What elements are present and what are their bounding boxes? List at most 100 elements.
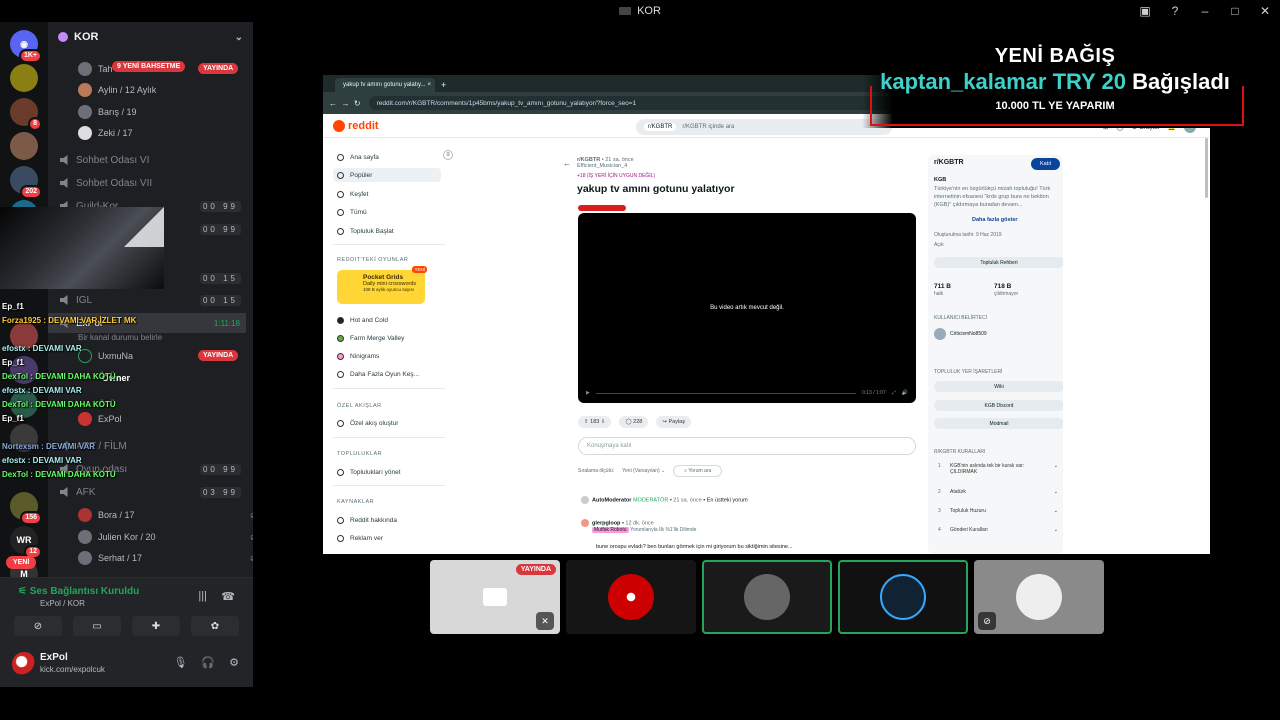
inbox-icon[interactable]: ▣	[1130, 4, 1160, 18]
stream-tile[interactable]: YAYINDA ✕	[430, 560, 560, 634]
collapse-nav-icon[interactable]: ≡	[443, 150, 453, 160]
advertise[interactable]: Reklam ver	[337, 531, 383, 545]
about-reddit[interactable]: Reddit hakkında	[337, 513, 397, 527]
search-scope-pill[interactable]: r/KGBTR	[644, 123, 677, 131]
voice-channel[interactable]: ART / FİLM	[48, 436, 253, 456]
voice-user[interactable]: Bora / 17⊘	[78, 506, 253, 524]
new-mentions-pill[interactable]: 9 YENİ BAHSETME	[112, 61, 186, 72]
scrollbar[interactable]	[1205, 138, 1208, 198]
activities-button[interactable]: ✚	[132, 616, 180, 636]
minimize-button[interactable]: –	[1190, 4, 1220, 18]
reddit-logo[interactable]: reddit	[333, 119, 379, 132]
direct-messages-button[interactable]: ◉ 1K+	[10, 30, 42, 63]
comment[interactable]: glerpgloop • 12 dk. önce Mutfak Robotu Y…	[581, 519, 696, 533]
forward-icon[interactable]: →	[341, 99, 349, 108]
browser-tab[interactable]: yakup tv amını gotunu yalatıy... ×	[335, 78, 435, 92]
nav-explore[interactable]: Keşfet	[337, 187, 368, 201]
voice-user[interactable]: ExPol	[78, 410, 122, 428]
close-button[interactable]: ✕	[1250, 4, 1280, 18]
search-input[interactable]: r/KGBTR r/KGBTR içinde ara	[636, 119, 892, 135]
camera-off-button[interactable]: ⊘	[14, 616, 62, 636]
participant-tile[interactable]: ⊘	[974, 560, 1104, 634]
voice-user[interactable]: UxmuNa	[78, 347, 133, 365]
post-author[interactable]: Efficient_Musician_4	[577, 163, 627, 169]
rule-item[interactable]: 4 Gönderi Kuralları ⌄	[938, 527, 1058, 533]
maximize-button[interactable]: □	[1220, 4, 1250, 18]
comment-input[interactable]: Konuşmaya katıl	[578, 437, 916, 455]
mute-stream-icon[interactable]: ✕	[536, 612, 554, 630]
voice-user[interactable]: Julien Kor / 20⊘	[78, 528, 253, 546]
nav-popular[interactable]: Popüler	[333, 168, 441, 182]
section-heading[interactable]: KAYNAKLAR	[337, 499, 374, 505]
game-item[interactable]: Ninigrams	[337, 349, 379, 363]
server-icon[interactable]	[10, 64, 38, 92]
voice-user[interactable]: Zeki / 17	[78, 124, 133, 142]
headphones-icon[interactable]: 🎧	[201, 656, 215, 669]
section-heading[interactable]: REDDIT'TEKİ OYUNLAR	[337, 257, 408, 263]
voice-channel[interactable]: Sohbet Odası VI	[48, 150, 253, 170]
voice-channel[interactable]: AFK 03 99	[48, 482, 253, 502]
close-tab-icon[interactable]: ×	[427, 82, 431, 88]
bookmark-discord[interactable]: KGB Discord	[934, 400, 1063, 411]
rule-item[interactable]: 1 KGB'nin aslında tek bir kuralı var: ÇIL…	[938, 463, 1058, 475]
server-icon[interactable]: WR 12	[10, 526, 42, 559]
bookmark-wiki[interactable]: Wiki	[934, 381, 1063, 392]
participant-tile[interactable]	[566, 560, 696, 634]
section-heading[interactable]: ÖZEL AKIŞLAR	[337, 403, 382, 409]
join-button[interactable]: Katıl	[1031, 158, 1061, 170]
rule-item[interactable]: 2 Atatürk ⌄	[938, 489, 1058, 495]
new-servers-pill[interactable]: YENİ	[6, 556, 37, 569]
voice-user[interactable]: Tah	[78, 60, 113, 78]
rule-item[interactable]: 3 Topluluk Huzuru ⌄	[938, 508, 1058, 514]
vote-button[interactable]: ⇧ 183 ⇩	[578, 416, 612, 428]
server-icon[interactable]	[10, 356, 38, 384]
microphone-icon[interactable]: 🎙	[173, 656, 187, 669]
server-icon[interactable]: 156	[10, 492, 42, 525]
participant-tile-speaking[interactable]	[702, 560, 832, 634]
screen-share-button[interactable]: ▭	[73, 616, 121, 636]
user-panel[interactable]: ExPol kick.com/expolcuk 🎙 🎧 ⚙	[0, 640, 253, 687]
reload-icon[interactable]: ↻	[354, 99, 361, 108]
comment-search[interactable]: ⌕ Yorum ara	[673, 465, 723, 477]
voice-channel[interactable]: Sohbet Odası VII	[48, 173, 253, 193]
voice-user[interactable]: Aylin / 12 Aylık	[78, 81, 156, 99]
back-icon[interactable]: ←	[329, 99, 337, 108]
game-item[interactable]: Daha Fazla Oyun Keş...	[337, 367, 419, 381]
community-guide-button[interactable]: Topluluk Rehberi	[934, 257, 1063, 268]
channel-status[interactable]: Bir kanal durumu belirle	[78, 328, 162, 346]
show-more-link[interactable]: Daha fazla göster	[972, 217, 1018, 223]
manage-communities[interactable]: Toplulukları yönet	[337, 465, 401, 479]
noise-suppression-icon[interactable]: |||	[198, 590, 207, 602]
voice-user[interactable]: Serhat / 17⊘	[78, 549, 253, 567]
game-item[interactable]: Hot and Cold	[337, 313, 388, 327]
back-arrow-icon[interactable]: ←	[563, 159, 571, 168]
comments-button[interactable]: ◯ 228	[619, 416, 649, 428]
server-icon[interactable]	[10, 132, 38, 160]
nav-home[interactable]: Ana sayfa	[337, 150, 379, 164]
bookmark-modmail[interactable]: Modmail	[934, 418, 1063, 429]
voice-channel[interactable]: IGL 00 15	[48, 290, 253, 310]
video-player[interactable]: Bu video artık mevcut değil. ▶ 0:13 / 1:…	[578, 213, 916, 403]
avatar[interactable]	[12, 652, 36, 676]
gear-icon[interactable]: ⚙	[229, 656, 239, 669]
volume-icon[interactable]: 🔊	[902, 390, 908, 396]
server-icon[interactable]: 8	[10, 98, 42, 131]
seek-bar[interactable]	[595, 392, 857, 394]
server-icon[interactable]	[10, 322, 38, 350]
comment-automod[interactable]: AutoModerator MODERATÖR • 21 sa. önce • …	[581, 496, 748, 504]
new-tab-icon[interactable]: +	[441, 80, 446, 90]
game-item[interactable]: Farm Merge Valley	[337, 331, 404, 345]
voice-channel[interactable]: Oyun odası 00 99	[48, 459, 253, 479]
help-icon[interactable]: ?	[1160, 4, 1190, 18]
soundboard-button[interactable]: ✿	[191, 616, 239, 636]
disconnect-icon[interactable]: ☎	[221, 590, 235, 603]
participant-tile-speaking[interactable]	[838, 560, 968, 634]
server-icon[interactable]	[10, 390, 38, 418]
share-button[interactable]: ↪ Paylaş	[656, 416, 691, 428]
server-icon[interactable]	[10, 424, 38, 452]
section-heading[interactable]: TOPLULUKLAR	[337, 451, 382, 457]
server-header[interactable]: KOR ⌄	[48, 22, 253, 52]
subreddit-name[interactable]: r/KGBTR	[934, 159, 964, 166]
create-custom-feed[interactable]: Özel akış oluştur	[337, 416, 398, 430]
nav-all[interactable]: Tümü	[337, 205, 367, 219]
